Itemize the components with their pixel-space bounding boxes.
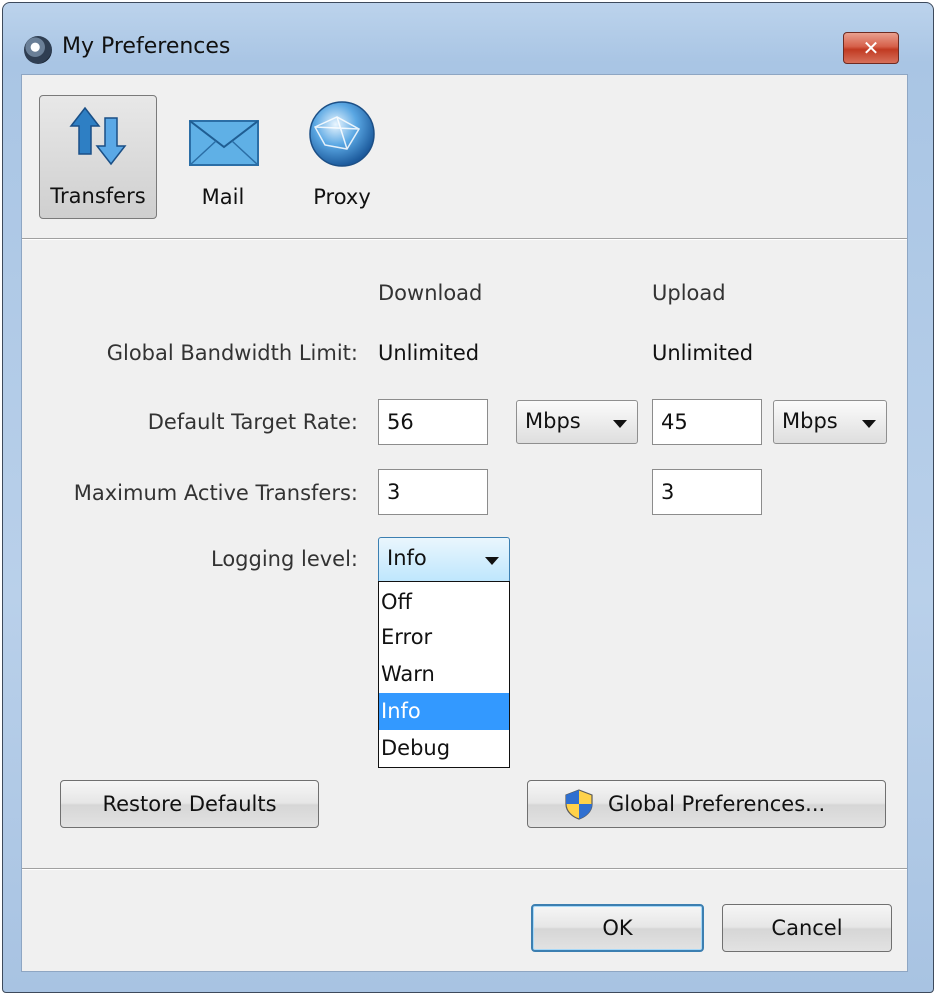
bandwidth-limit-label: Global Bandwidth Limit:	[106, 341, 358, 365]
upload-rate-unit-value: Mbps	[782, 409, 838, 433]
logging-level-dropdown: Off Error Warn Info Debug	[378, 581, 510, 768]
tab-transfers-label: Transfers	[50, 184, 146, 208]
tab-proxy[interactable]: Proxy	[292, 95, 392, 219]
target-rate-label: Default Target Rate:	[147, 410, 358, 434]
download-rate-unit-select[interactable]: Mbps	[516, 400, 638, 444]
download-max-active-input[interactable]	[378, 469, 488, 515]
upload-target-rate-input[interactable]	[652, 399, 762, 445]
chevron-down-icon	[862, 420, 876, 428]
download-rate-unit-value: Mbps	[525, 409, 581, 433]
cancel-button[interactable]: Cancel	[722, 904, 892, 952]
upload-rate-unit-select[interactable]: Mbps	[773, 400, 887, 444]
chevron-down-icon	[613, 420, 627, 428]
proxy-globe-icon	[309, 101, 375, 167]
upload-column-header: Upload	[652, 281, 726, 305]
logging-level-value: Info	[387, 546, 427, 570]
logging-option-error[interactable]: Error	[379, 619, 509, 656]
window-title: My Preferences	[62, 34, 231, 59]
logging-option-off[interactable]: Off	[379, 582, 509, 619]
global-preferences-button[interactable]: Global Preferences...	[527, 780, 886, 828]
tab-transfers[interactable]: Transfers	[39, 95, 157, 219]
download-column-header: Download	[378, 281, 483, 305]
ok-button[interactable]: OK	[531, 904, 704, 952]
upload-bandwidth-value: Unlimited	[652, 341, 754, 365]
toolbar-divider	[22, 238, 907, 240]
dialog-body: Transfers Mail Proxy Download Upload Glo…	[21, 74, 908, 972]
transfers-arrows-icon	[69, 106, 127, 166]
global-preferences-label: Global Preferences...	[608, 792, 826, 816]
logging-level-select[interactable]: Info	[378, 537, 510, 583]
footer-divider	[22, 868, 907, 870]
upload-max-active-input[interactable]	[652, 469, 762, 515]
max-active-transfers-label: Maximum Active Transfers:	[73, 481, 358, 505]
logging-level-label: Logging level:	[211, 547, 358, 571]
logging-option-debug[interactable]: Debug	[379, 730, 509, 767]
mail-envelope-icon	[189, 120, 259, 166]
app-icon	[24, 36, 52, 64]
chevron-down-icon	[485, 557, 499, 565]
shield-icon	[565, 789, 593, 820]
restore-defaults-button[interactable]: Restore Defaults	[60, 780, 319, 828]
download-bandwidth-value: Unlimited	[378, 341, 480, 365]
tab-mail-label: Mail	[201, 185, 245, 209]
logging-option-info[interactable]: Info	[379, 693, 509, 730]
close-button[interactable]: ✕	[843, 32, 899, 64]
logging-option-warn[interactable]: Warn	[379, 656, 509, 693]
download-target-rate-input[interactable]	[378, 399, 488, 445]
tab-proxy-label: Proxy	[313, 185, 371, 209]
tab-mail[interactable]: Mail	[178, 95, 268, 219]
